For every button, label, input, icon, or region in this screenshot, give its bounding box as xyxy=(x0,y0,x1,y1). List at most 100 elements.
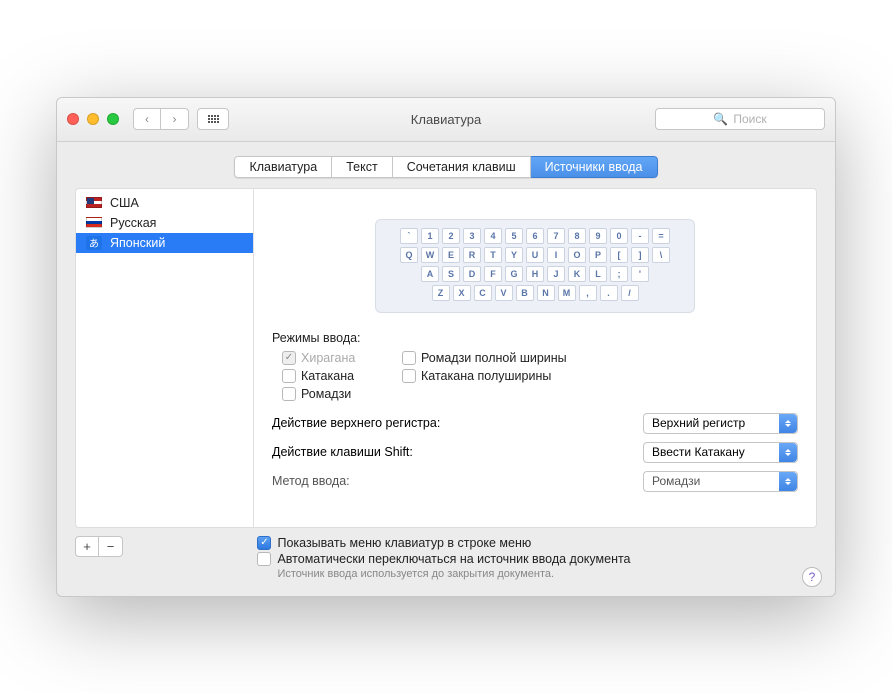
chevron-updown-icon xyxy=(779,443,797,462)
key: C xyxy=(474,285,492,301)
source-label: Японский xyxy=(110,236,165,250)
key: 9 xyxy=(589,228,607,244)
auto-switch-checkbox[interactable]: Автоматически переключаться на источник … xyxy=(257,552,630,566)
key: D xyxy=(463,266,481,282)
mode-label: Катакана xyxy=(301,369,354,383)
back-button[interactable]: ‹ xyxy=(133,108,161,130)
key: V xyxy=(495,285,513,301)
window-controls xyxy=(67,113,119,125)
key: G xyxy=(505,266,523,282)
key: \ xyxy=(652,247,670,263)
tab-bar: КлавиатураТекстСочетания клавишИсточники… xyxy=(75,156,817,178)
help-button[interactable]: ? xyxy=(802,567,822,587)
checkbox-off-icon xyxy=(257,552,271,566)
key: E xyxy=(442,247,460,263)
key: 2 xyxy=(442,228,460,244)
preferences-window: ‹ › Клавиатура 🔍 Поиск КлавиатураТекстСо… xyxy=(56,97,836,597)
checkbox-off-icon xyxy=(282,369,296,383)
main-panel: СШАРусскаяあЯпонский `1234567890-=QWERTYU… xyxy=(75,188,817,528)
footer: + − ✓ Показывать меню клавиатур в строке… xyxy=(75,536,817,580)
show-input-menu-label: Показывать меню клавиатур в строке меню xyxy=(277,536,531,550)
key: 3 xyxy=(463,228,481,244)
mode-checkbox[interactable]: Катакана xyxy=(282,369,402,383)
key: T xyxy=(484,247,502,263)
key: , xyxy=(579,285,597,301)
checkbox-on-icon: ✓ xyxy=(257,536,271,550)
key: M xyxy=(558,285,576,301)
source-label: США xyxy=(110,196,139,210)
key: 6 xyxy=(526,228,544,244)
shift-action-value: Ввести Катакану xyxy=(652,445,745,459)
mode-label: Хирагана xyxy=(301,351,355,365)
search-icon: 🔍 xyxy=(713,112,728,126)
key: O xyxy=(568,247,586,263)
mode-label: Ромадзи xyxy=(301,387,351,401)
add-button[interactable]: + xyxy=(75,536,99,557)
mode-checkbox[interactable]: Ромадзи xyxy=(282,387,402,401)
grid-icon xyxy=(208,115,219,123)
key: S xyxy=(442,266,460,282)
keyboard-preview: `1234567890-=QWERTYUIOP[]\ASDFGHJKL;'ZXC… xyxy=(375,219,695,313)
content: КлавиатураТекстСочетания клавишИсточники… xyxy=(57,142,835,596)
key: U xyxy=(526,247,544,263)
key: 7 xyxy=(547,228,565,244)
key: ` xyxy=(400,228,418,244)
nav-back-forward: ‹ › xyxy=(133,108,189,130)
key: 1 xyxy=(421,228,439,244)
chevron-updown-icon xyxy=(779,414,797,433)
show-input-menu-checkbox[interactable]: ✓ Показывать меню клавиатур в строке мен… xyxy=(257,536,630,550)
close-icon[interactable] xyxy=(67,113,79,125)
mode-checkbox: ✓ Хирагана xyxy=(282,351,402,365)
key: H xyxy=(526,266,544,282)
titlebar: ‹ › Клавиатура 🔍 Поиск xyxy=(57,98,835,142)
key: 8 xyxy=(568,228,586,244)
key: Q xyxy=(400,247,418,263)
key: = xyxy=(652,228,670,244)
checkbox-off-icon xyxy=(402,351,416,365)
key: / xyxy=(621,285,639,301)
mode-checkbox[interactable]: Катакана полуширины xyxy=(402,369,798,383)
tab-0[interactable]: Клавиатура xyxy=(234,156,332,178)
key: Y xyxy=(505,247,523,263)
minimize-icon[interactable] xyxy=(87,113,99,125)
window-title: Клавиатура xyxy=(411,112,481,127)
shift-action-label: Действие клавиши Shift: xyxy=(272,445,413,459)
source-detail: `1234567890-=QWERTYUIOP[]\ASDFGHJKL;'ZXC… xyxy=(254,189,816,527)
remove-button[interactable]: − xyxy=(99,536,123,557)
source-list: США РусскаяあЯпонский xyxy=(76,189,254,527)
checkbox-on-icon: ✓ xyxy=(282,351,296,365)
show-all-button[interactable] xyxy=(197,108,229,130)
key: J xyxy=(547,266,565,282)
input-method-value: Ромадзи xyxy=(652,474,700,488)
shift-action-select[interactable]: Ввести Катакану xyxy=(643,442,798,463)
mode-checkbox[interactable]: Ромадзи полной ширины xyxy=(402,351,798,365)
caps-action-value: Верхний регистр xyxy=(652,416,745,430)
flag-ru-icon xyxy=(86,217,102,228)
tab-1[interactable]: Текст xyxy=(332,156,392,178)
source-row-jp[interactable]: あЯпонский xyxy=(76,233,253,253)
input-method-select[interactable]: Ромадзи xyxy=(643,471,798,492)
forward-button[interactable]: › xyxy=(161,108,189,130)
search-input[interactable]: 🔍 Поиск xyxy=(655,108,825,130)
zoom-icon[interactable] xyxy=(107,113,119,125)
key: Z xyxy=(432,285,450,301)
auto-switch-label: Автоматически переключаться на источник … xyxy=(277,552,630,566)
key: [ xyxy=(610,247,628,263)
key: W xyxy=(421,247,439,263)
checkbox-off-icon xyxy=(402,369,416,383)
key: A xyxy=(421,266,439,282)
input-method-label: Метод ввода: xyxy=(272,474,350,488)
tab-3[interactable]: Источники ввода xyxy=(531,156,658,178)
source-row-ru[interactable]: Русская xyxy=(76,213,253,233)
auto-switch-hint: Источник ввода используется до закрытия … xyxy=(277,568,630,580)
key: I xyxy=(547,247,565,263)
source-row-us[interactable]: США xyxy=(76,193,253,213)
key: 0 xyxy=(610,228,628,244)
tab-2[interactable]: Сочетания клавиш xyxy=(393,156,531,178)
key: . xyxy=(600,285,618,301)
caps-action-label: Действие верхнего регистра: xyxy=(272,416,440,430)
caps-action-select[interactable]: Верхний регистр xyxy=(643,413,798,434)
key: 4 xyxy=(484,228,502,244)
mode-label: Катакана полуширины xyxy=(421,369,551,383)
mode-label: Ромадзи полной ширины xyxy=(421,351,567,365)
